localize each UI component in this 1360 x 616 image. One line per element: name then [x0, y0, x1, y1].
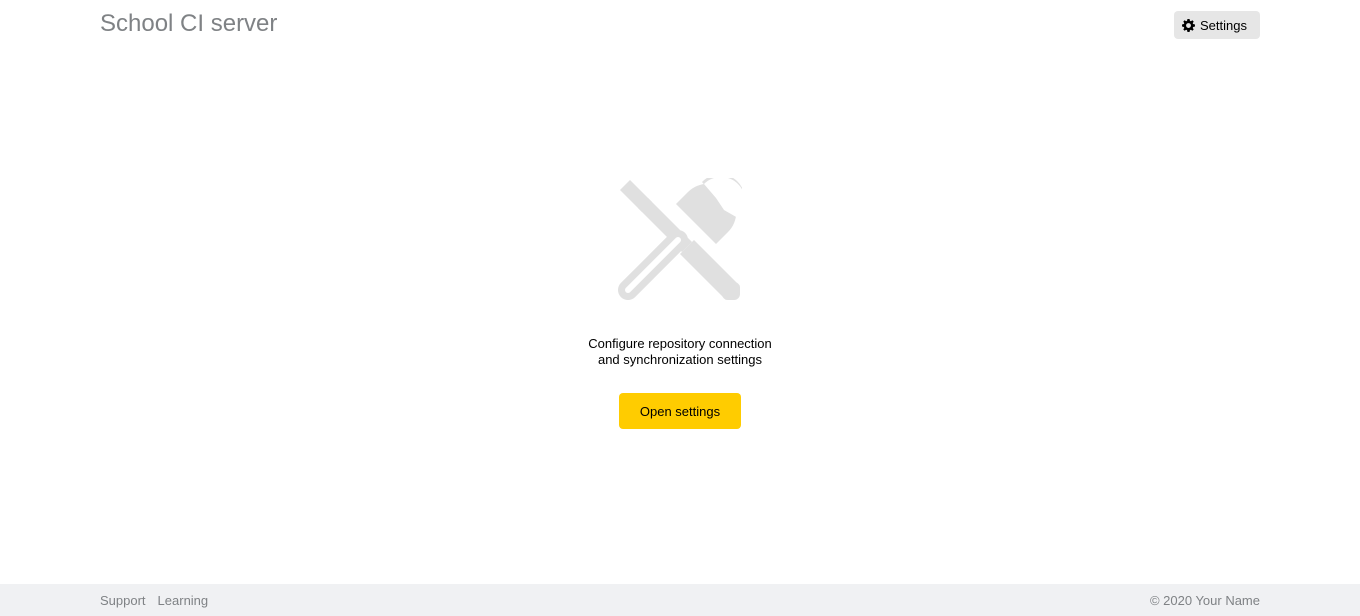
header: School CI server Settings — [100, 0, 1260, 50]
empty-state: Configure repository connection and sync… — [0, 178, 1360, 429]
open-settings-button[interactable]: Open settings — [619, 393, 741, 429]
app-title: School CI server — [100, 10, 278, 37]
main-content: Configure repository connection and sync… — [0, 50, 1360, 584]
gear-icon — [1182, 18, 1196, 32]
message-line-2: and synchronization settings — [597, 352, 763, 367]
settings-button-label: Settings — [1200, 17, 1247, 33]
footer-inner: Support Learning © 2020 Your Name — [100, 584, 1260, 616]
copyright: © 2020 Your Name — [1149, 592, 1260, 608]
page: School CI server Settings Configure repo… — [0, 0, 1360, 616]
tools-icon — [618, 178, 742, 300]
footer-link-support[interactable]: Support — [100, 593, 146, 608]
footer-links: Support Learning — [100, 593, 208, 608]
footer-link-learning[interactable]: Learning — [158, 593, 209, 608]
message-line-1: Configure repository connection — [588, 336, 772, 351]
empty-state-message: Configure repository connection and sync… — [588, 336, 772, 368]
settings-button[interactable]: Settings — [1174, 11, 1260, 39]
footer: Support Learning © 2020 Your Name — [0, 584, 1360, 616]
